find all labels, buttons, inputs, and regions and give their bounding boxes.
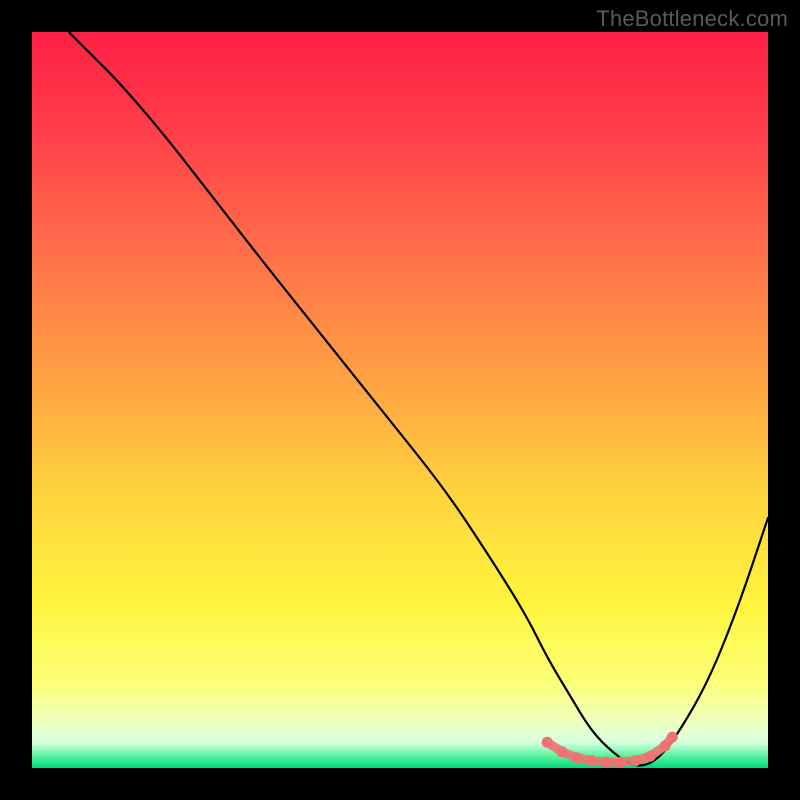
- optimal-point: [630, 755, 641, 766]
- optimal-point: [586, 755, 597, 766]
- chart-frame: [32, 32, 768, 768]
- optimal-point: [645, 751, 656, 762]
- optimal-point: [542, 737, 553, 748]
- watermark-text: TheBottleneck.com: [596, 6, 788, 32]
- optimal-point: [571, 752, 582, 763]
- optimal-point: [667, 732, 678, 743]
- optimal-point: [601, 757, 612, 768]
- optimal-point: [556, 746, 567, 757]
- chart-background: [32, 32, 768, 768]
- bottleneck-chart: [32, 32, 768, 768]
- optimal-point: [615, 757, 626, 768]
- optimal-point: [660, 740, 671, 751]
